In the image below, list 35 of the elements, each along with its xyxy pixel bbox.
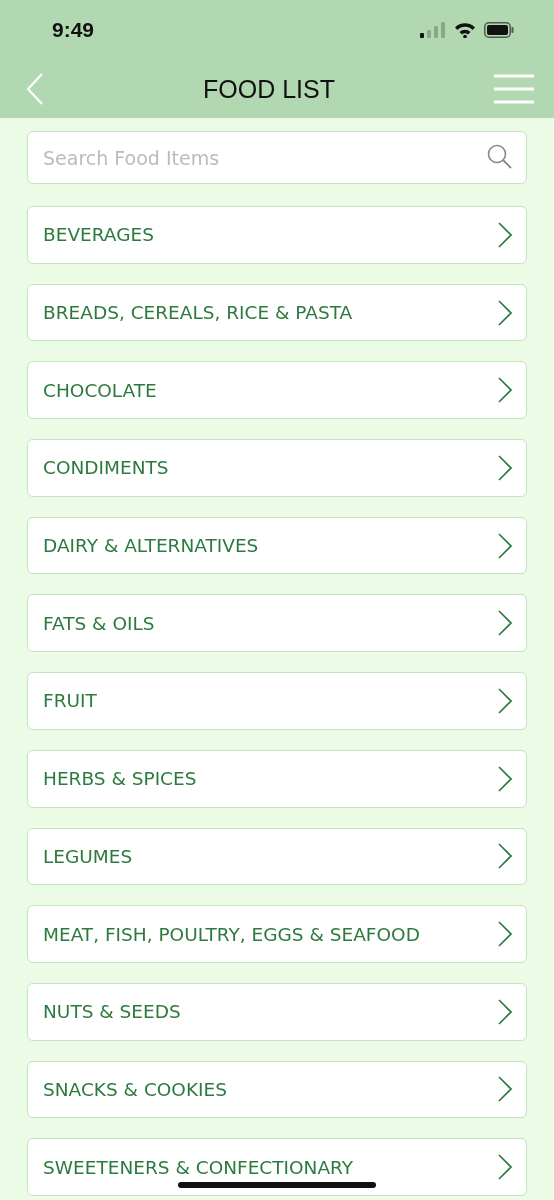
- page-title: FOOD LIST: [203, 74, 335, 104]
- chevron-icon: [498, 1154, 512, 1181]
- category-item[interactable]: LEGUMES: [27, 827, 527, 886]
- category-item[interactable]: SWEETENERS & CONFECTIONARY: [27, 1138, 527, 1196]
- category-item[interactable]: CONDIMENTS: [27, 439, 527, 497]
- category-item[interactable]: HERBS & SPICES: [27, 749, 527, 808]
- wifi-icon: [454, 22, 476, 38]
- category-item[interactable]: BEVERAGES: [27, 206, 527, 264]
- search-icon: [487, 144, 513, 170]
- search-field[interactable]: Search Food Items: [27, 131, 527, 184]
- status-time: 9:49: [52, 18, 95, 42]
- chevron-icon: [498, 610, 512, 637]
- category-item[interactable]: SNACKS & COOKIES: [27, 1060, 527, 1119]
- chevron-icon: [498, 454, 512, 481]
- category-item[interactable]: NUTS & SEEDS: [27, 982, 527, 1041]
- category-item[interactable]: MEAT, FISH, POULTRY, EGGS & SEAFOOD: [27, 905, 527, 963]
- chevron-icon: [498, 765, 512, 792]
- category-item[interactable]: FATS & OILS: [27, 594, 527, 653]
- category-item[interactable]: FRUIT: [27, 672, 527, 730]
- chevron-icon: [498, 377, 512, 404]
- back-button[interactable]: [26, 73, 44, 105]
- chevron-icon: [498, 998, 512, 1025]
- chevron-icon: [498, 221, 512, 248]
- chevron-icon: [498, 1076, 512, 1103]
- category-item[interactable]: DAIRY & ALTERNATIVES: [27, 516, 527, 575]
- signal-icon: [420, 22, 446, 38]
- menu-button[interactable]: [494, 74, 534, 104]
- category-item[interactable]: CHOCOLATE: [27, 361, 527, 420]
- chevron-icon: [498, 687, 512, 714]
- chevron-icon: [498, 843, 512, 870]
- category-item[interactable]: BREADS, CEREALS, RICE & PASTA: [27, 283, 527, 342]
- battery-icon: [484, 22, 514, 38]
- chevron-icon: [498, 299, 512, 326]
- chevron-icon: [498, 921, 512, 948]
- chevron-icon: [498, 532, 512, 559]
